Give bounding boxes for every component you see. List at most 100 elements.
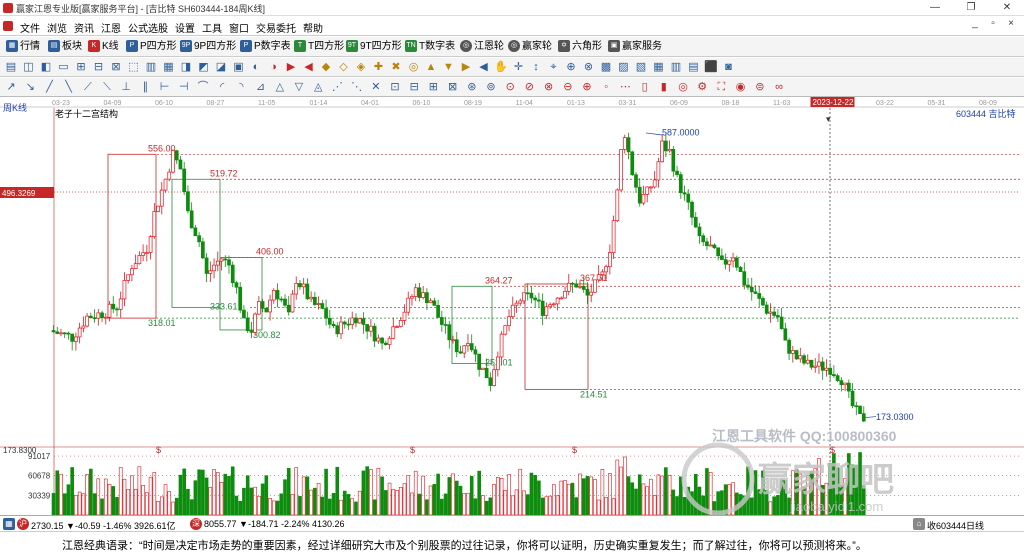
drawing-tool-icon-41[interactable]: ◙ [722,60,736,74]
winner-service-button[interactable]: ▣ 赢家服务 [608,40,662,54]
drawing-tool-icon-20[interactable]: ◈ [354,60,368,74]
drawing-tool-icon-11[interactable]: ◩ [197,60,211,74]
menu-settings[interactable]: 设置 [175,20,195,35]
line-tool-icon-30[interactable]: ⊕ [580,80,594,94]
menu-trade[interactable]: 交易委托 [256,20,296,35]
line-tool-icon-2[interactable]: ╱ [42,80,56,94]
9t-square-button[interactable]: 9T 9T四方形 [346,40,402,54]
line-tool-icon-13[interactable]: ⊿ [254,80,268,94]
line-tool-icon-8[interactable]: ⊢ [158,80,172,94]
drawing-tool-icon-26[interactable]: ▶ [459,60,473,74]
line-tool-icon-4[interactable]: ⟋ [81,80,95,94]
menu-formula[interactable]: 公式选股 [128,20,168,35]
drawing-tool-icon-29[interactable]: ✛ [512,60,526,74]
winner-wheel-button[interactable]: ◎ 赢家轮 [508,40,552,54]
drawing-tool-icon-31[interactable]: ⌖ [547,60,561,74]
maximize-button[interactable]: ❐ [954,0,988,16]
line-tool-icon-0[interactable]: ↗ [4,80,18,94]
p-table-button[interactable]: P P数字表 [240,40,291,54]
line-tool-icon-34[interactable]: ▮ [657,80,671,94]
line-tool-icon-21[interactable]: ⊟ [407,80,421,94]
line-tool-icon-3[interactable]: ╲ [62,80,76,94]
hexagon-button[interactable]: ✡ 六角形 [558,40,602,54]
menu-tools[interactable]: 工具 [202,20,222,35]
drawing-tool-icon-28[interactable]: ✋ [494,60,508,74]
kline-chart[interactable]: 03-23 04-09 06-10 08-27 11-05 01-14 04-01 06-10… [0,97,1024,515]
drawing-tool-icon-12[interactable]: ◪ [214,60,228,74]
drawing-tool-icon-3[interactable]: ▭ [57,60,71,74]
drawing-tool-icon-8[interactable]: ▥ [144,60,158,74]
drawing-tool-icon-16[interactable]: ▶ [284,60,298,74]
line-tool-icon-15[interactable]: ▽ [292,80,306,94]
drawing-tool-icon-7[interactable]: ⬚ [127,60,141,74]
line-tool-icon-9[interactable]: ⊣ [177,80,191,94]
drawing-tool-icon-18[interactable]: ◆ [319,60,333,74]
drawing-tool-icon-15[interactable]: ◑ [267,60,281,74]
quotes-button[interactable]: ▦ 行情 [6,40,40,54]
sector-button[interactable]: ▤ 板块 [48,40,82,54]
line-tool-icon-33[interactable]: ▯ [638,80,652,94]
drawing-tool-icon-27[interactable]: ◀ [477,60,491,74]
grid-icon[interactable]: ▦ [3,518,15,530]
mdi-restore-button[interactable]: ▫ [984,18,1002,29]
line-tool-icon-39[interactable]: ⊜ [753,80,767,94]
drawing-tool-icon-22[interactable]: ✖ [389,60,403,74]
line-tool-icon-40[interactable]: ∞ [772,80,786,94]
line-tool-icon-14[interactable]: △ [273,80,287,94]
drawing-tool-icon-10[interactable]: ◨ [179,60,193,74]
line-tool-icon-17[interactable]: ⋰ [330,80,344,94]
chart-mode-icon[interactable]: ⌂ [913,518,925,530]
line-tool-icon-1[interactable]: ↘ [23,80,37,94]
line-tool-icon-23[interactable]: ⊠ [446,80,460,94]
kline-chart-area[interactable]: 03-23 04-09 06-10 08-27 11-05 01-14 04-01 06-10… [0,97,1024,515]
drawing-tool-icon-37[interactable]: ▦ [652,60,666,74]
line-tool-icon-37[interactable]: ⛶ [714,80,728,94]
line-tool-icon-10[interactable]: ⌒ [196,80,210,94]
drawing-tool-icon-36[interactable]: ▧ [634,60,648,74]
drawing-tool-icon-6[interactable]: ⊠ [109,60,123,74]
drawing-tool-icon-33[interactable]: ⊗ [582,60,596,74]
drawing-tool-icon-25[interactable]: ▼ [442,60,456,74]
line-tool-icon-35[interactable]: ◎ [676,80,690,94]
p-square-button[interactable]: P P四方形 [126,40,177,54]
drawing-tool-icon-21[interactable]: ✚ [372,60,386,74]
drawing-tool-icon-19[interactable]: ◇ [337,60,351,74]
menu-browse[interactable]: 浏览 [47,20,67,35]
drawing-tool-icon-1[interactable]: ◫ [22,60,36,74]
line-tool-icon-7[interactable]: ∥ [138,80,152,94]
menu-news[interactable]: 资讯 [74,20,94,35]
line-tool-icon-6[interactable]: ⊥ [119,80,133,94]
drawing-tool-icon-38[interactable]: ▥ [669,60,683,74]
line-tool-icon-12[interactable]: ◝ [234,80,248,94]
line-tool-icon-16[interactable]: ◬ [311,80,325,94]
line-tool-icon-22[interactable]: ⊞ [426,80,440,94]
drawing-tool-icon-14[interactable]: ◐ [249,60,263,74]
line-tool-icon-27[interactable]: ⊘ [522,80,536,94]
kline-button[interactable]: K K线 [88,40,119,54]
drawing-tool-icon-39[interactable]: ▤ [687,60,701,74]
t-square-button[interactable]: T T四方形 [294,40,344,54]
close-button[interactable]: ✕ [990,0,1024,16]
line-tool-icon-28[interactable]: ⊗ [542,80,556,94]
line-tool-icon-36[interactable]: ⚙ [695,80,709,94]
line-tool-icon-26[interactable]: ⊙ [503,80,517,94]
menu-file[interactable]: 文件 [20,20,40,35]
drawing-tool-icon-0[interactable]: ▤ [4,60,18,74]
drawing-tool-icon-35[interactable]: ▨ [617,60,631,74]
drawing-tool-icon-13[interactable]: ▣ [232,60,246,74]
line-tool-icon-5[interactable]: ⟍ [100,80,114,94]
t-table-button[interactable]: TN T数字表 [405,40,455,54]
line-tool-icon-24[interactable]: ⊛ [465,80,479,94]
line-tool-icon-25[interactable]: ⊚ [484,80,498,94]
line-tool-icon-19[interactable]: ✕ [369,80,383,94]
drawing-tool-icon-5[interactable]: ⊟ [92,60,106,74]
drawing-tool-icon-4[interactable]: ⊞ [74,60,88,74]
drawing-tool-icon-30[interactable]: ↕ [529,60,543,74]
drawing-tool-icon-24[interactable]: ▲ [424,60,438,74]
drawing-tool-icon-32[interactable]: ⊕ [564,60,578,74]
line-tool-icon-20[interactable]: ⊡ [388,80,402,94]
line-tool-icon-32[interactable]: ⋯ [618,80,632,94]
menu-window[interactable]: 窗口 [229,20,249,35]
line-tool-icon-29[interactable]: ⊖ [561,80,575,94]
9p-square-button[interactable]: 9P 9P四方形 [180,40,236,54]
